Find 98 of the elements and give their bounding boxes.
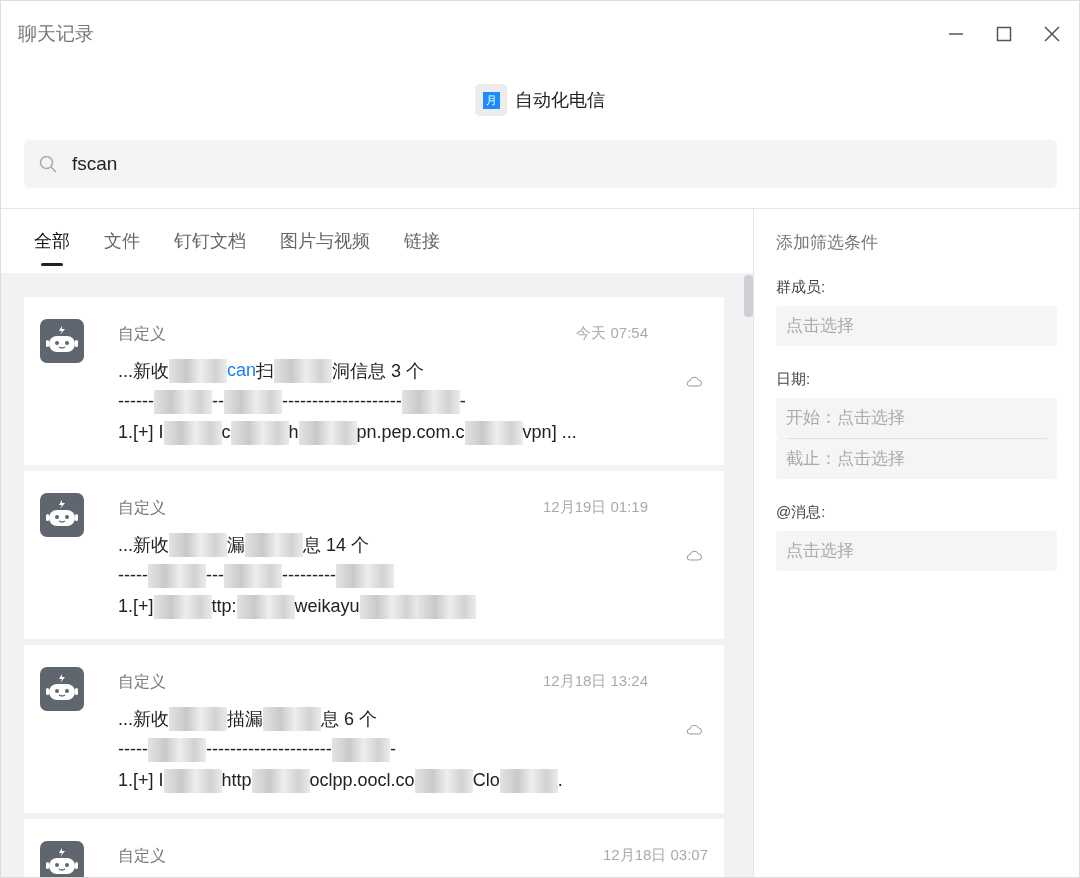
robot-avatar-icon: [40, 319, 84, 363]
chat-name: 自动化电信: [515, 89, 605, 112]
message-text: 息 14 个: [303, 533, 370, 557]
message-time: 12月18日 13:24: [542, 672, 649, 691]
message-card[interactable]: 自定义 今天 07:54 ...新收 can扫 洞信息 3 个 ------ -- -------------------- - 1.[+] I c h pn.pep.com.c vpn] ...: [24, 297, 725, 465]
message-text: Clo: [472, 770, 500, 791]
robot-avatar-icon: [40, 667, 84, 711]
tab[interactable]: 图片与视频: [280, 229, 370, 265]
message-text: 洞信息 3 个: [332, 359, 425, 383]
tab[interactable]: 链接: [404, 229, 440, 265]
scrollbar[interactable]: [744, 275, 753, 317]
sender-name: 自定义: [118, 324, 166, 344]
close-icon[interactable]: [1043, 25, 1061, 43]
blurred-text: [230, 420, 289, 445]
blurred-text: [335, 563, 394, 588]
message-text: -----: [118, 739, 148, 760]
blurred-text: [245, 532, 303, 557]
message-text: ...新收: [118, 359, 169, 383]
search-match: can: [227, 360, 257, 381]
blurred-text: [236, 594, 295, 619]
blurred-text: [263, 706, 321, 731]
message-text: -: [459, 391, 466, 412]
cloud-icon: [685, 549, 704, 561]
window-title: 聊天记录: [18, 22, 94, 46]
filter-title: 添加筛选条件: [776, 232, 879, 254]
blurred-text: [331, 737, 390, 762]
message-text: pn.pep.com.c: [356, 422, 465, 443]
robot-avatar-icon: [40, 841, 84, 877]
blurred-text: [148, 737, 206, 762]
filter-label: @消息:: [776, 503, 827, 522]
blurred-text: [417, 594, 476, 619]
message-card[interactable]: 自定义 12月19日 01:19 ...新收 漏 息 14 个 ----- --- --------- 1.[+] ttp: weikayu: [24, 471, 725, 639]
tab[interactable]: 钉钉文档: [174, 229, 246, 265]
select-field[interactable]: 点击选择: [776, 306, 1057, 346]
robot-avatar-icon: [40, 493, 84, 537]
blurred-text: [163, 420, 222, 445]
message-text: -----: [118, 565, 148, 586]
message-text: 息 6 个: [321, 707, 378, 731]
filter-label: 群成员:: [776, 278, 827, 297]
filter-label: 日期:: [776, 370, 812, 389]
blurred-text: [169, 358, 227, 383]
blurred-text: [223, 563, 282, 588]
blurred-text: [169, 706, 227, 731]
message-text: .: [557, 770, 563, 791]
message-card[interactable]: 自定义 12月18日 13:24 ...新收 描漏 息 6 个 ----- --------------------- - 1.[+] I http oclpp.oocl.co Clo .: [24, 645, 725, 813]
search-field[interactable]: fscan: [24, 140, 1057, 188]
message-text: ------: [118, 391, 154, 412]
cloud-icon: [685, 375, 704, 387]
message-text: --------------------: [281, 391, 402, 412]
message-text: 扫: [256, 359, 275, 383]
message-text: oclpp.oocl.co: [309, 770, 415, 791]
maximize-icon[interactable]: [995, 25, 1013, 43]
message-text: http: [221, 770, 252, 791]
select-field[interactable]: 开始：点击选择: [776, 398, 1057, 438]
message-text: vpn] ...: [522, 422, 577, 443]
select-field[interactable]: 截止：点击选择: [776, 439, 1057, 479]
avatar-text: 月: [482, 91, 500, 109]
blurred-text: [359, 594, 418, 619]
message-text: 1.[+]: [118, 596, 154, 617]
sender-name: 自定义: [118, 846, 166, 866]
blurred-text: [163, 768, 222, 793]
message-card[interactable]: 自定义 12月18日 03:07: [24, 819, 725, 877]
sender-name: 自定义: [118, 498, 166, 518]
message-text: ...新收: [118, 707, 169, 731]
blurred-text: [153, 389, 212, 414]
blurred-text: [274, 358, 333, 383]
select-field[interactable]: 点击选择: [776, 531, 1057, 571]
message-text: ---: [206, 565, 224, 586]
tab[interactable]: 全部: [34, 229, 70, 265]
cloud-icon: [685, 723, 704, 735]
message-text: weikayu: [294, 596, 360, 617]
message-text: h: [288, 422, 299, 443]
blurred-text: [499, 768, 558, 793]
blurred-text: [414, 768, 473, 793]
message-time: 今天 07:54: [576, 324, 649, 343]
blurred-text: [298, 420, 357, 445]
message-text: 描漏: [227, 707, 263, 731]
message-text: 1.[+] I: [118, 422, 164, 443]
message-text: 1.[+] I: [118, 770, 164, 791]
sender-name: 自定义: [118, 672, 166, 692]
blurred-text: [223, 389, 282, 414]
message-text: 漏: [227, 533, 245, 557]
blurred-text: [464, 420, 523, 445]
message-text: ttp:: [211, 596, 237, 617]
message-text: c: [221, 422, 231, 443]
tab[interactable]: 文件: [104, 229, 140, 265]
message-text: ---------------------: [206, 739, 332, 760]
message-text: ...新收: [118, 533, 169, 557]
blurred-text: [153, 594, 212, 619]
message-text: --: [211, 391, 224, 412]
message-time: 12月18日 03:07: [602, 846, 709, 865]
blurred-text: [169, 532, 227, 557]
blurred-text: [401, 389, 460, 414]
message-text: -: [389, 739, 396, 760]
blurred-text: [148, 563, 206, 588]
message-text: ---------: [281, 565, 336, 586]
blurred-text: [251, 768, 310, 793]
message-time: 12月19日 01:19: [542, 498, 649, 517]
